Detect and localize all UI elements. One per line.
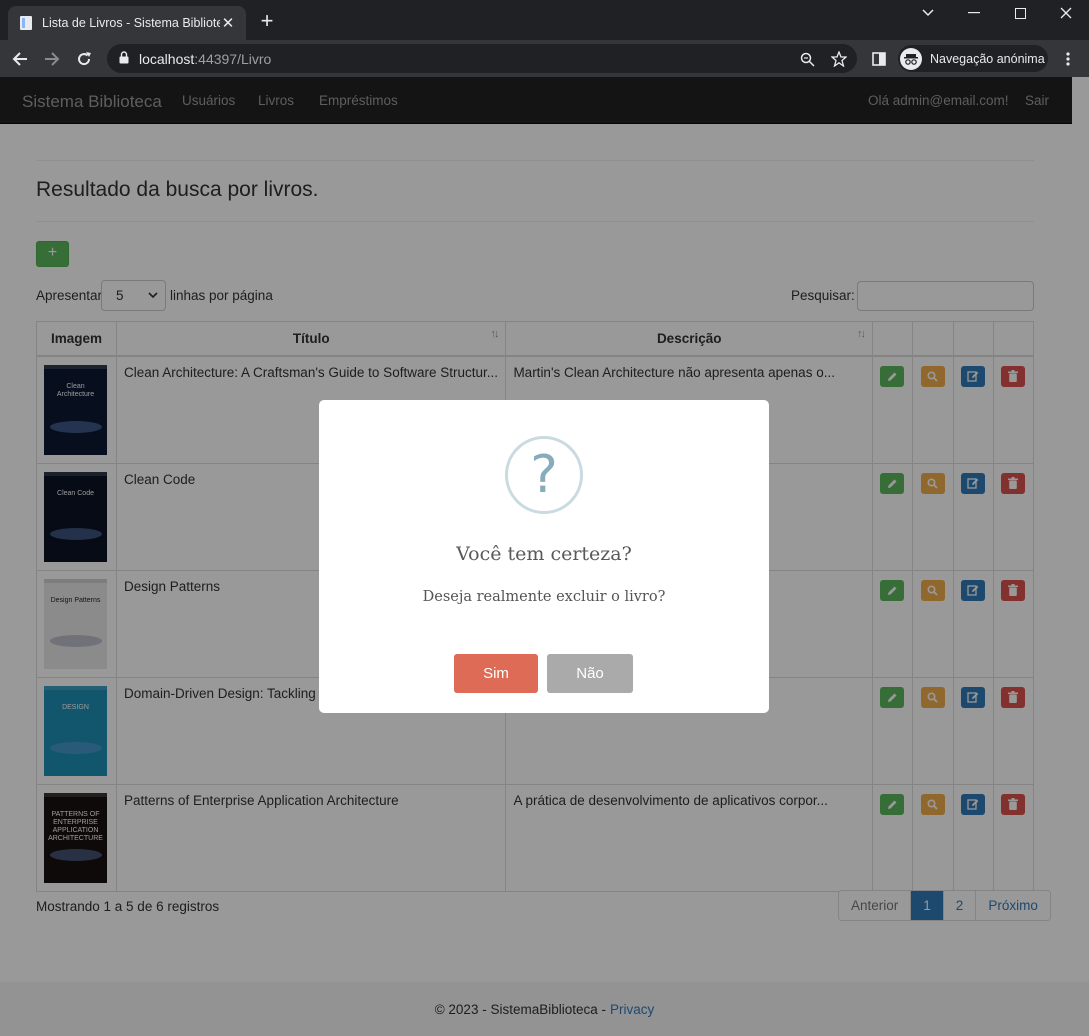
- incognito-indicator[interactable]: Navegação anónima: [898, 45, 1048, 72]
- incognito-label: Navegação anónima: [930, 51, 1045, 66]
- question-icon: ?: [505, 436, 583, 514]
- url-path: :44397/Livro: [194, 50, 272, 67]
- forward-icon[interactable]: [41, 48, 63, 70]
- confirm-button[interactable]: Sim: [454, 654, 538, 693]
- address-bar[interactable]: localhost:44397/Livro: [107, 44, 857, 73]
- lock-icon: [119, 50, 129, 67]
- dialog-title: Você tem certeza?: [456, 543, 632, 565]
- dialog-text: Deseja realmente excluir o livro?: [422, 589, 666, 605]
- confirm-dialog: ? Você tem certeza? Deseja realmente exc…: [319, 400, 769, 713]
- tab-close-icon[interactable]: ✕: [220, 14, 236, 32]
- window-close-icon[interactable]: [1043, 0, 1089, 26]
- side-panel-icon[interactable]: [870, 50, 888, 68]
- maximize-icon[interactable]: [997, 0, 1043, 26]
- browser-tab[interactable]: Lista de Livros - Sistema Bibliotec ✕: [8, 6, 246, 40]
- tab-title: Lista de Livros - Sistema Bibliotec: [42, 16, 220, 30]
- zoom-icon[interactable]: [798, 50, 816, 68]
- url-host: localhost: [139, 50, 195, 67]
- minimize-icon[interactable]: [951, 0, 997, 26]
- cancel-button[interactable]: Não: [547, 654, 633, 693]
- reload-icon[interactable]: [73, 48, 95, 70]
- back-icon[interactable]: [9, 48, 31, 70]
- browser-menu-icon[interactable]: [1059, 50, 1077, 68]
- bookmark-star-icon[interactable]: [830, 50, 848, 68]
- new-tab-icon[interactable]: +: [256, 10, 278, 32]
- browser-tab-strip: Lista de Livros - Sistema Bibliotec ✕ +: [0, 0, 1089, 40]
- tab-search-chevron-icon[interactable]: [905, 0, 951, 26]
- page-favicon-icon: [18, 15, 34, 31]
- incognito-icon: [900, 47, 922, 70]
